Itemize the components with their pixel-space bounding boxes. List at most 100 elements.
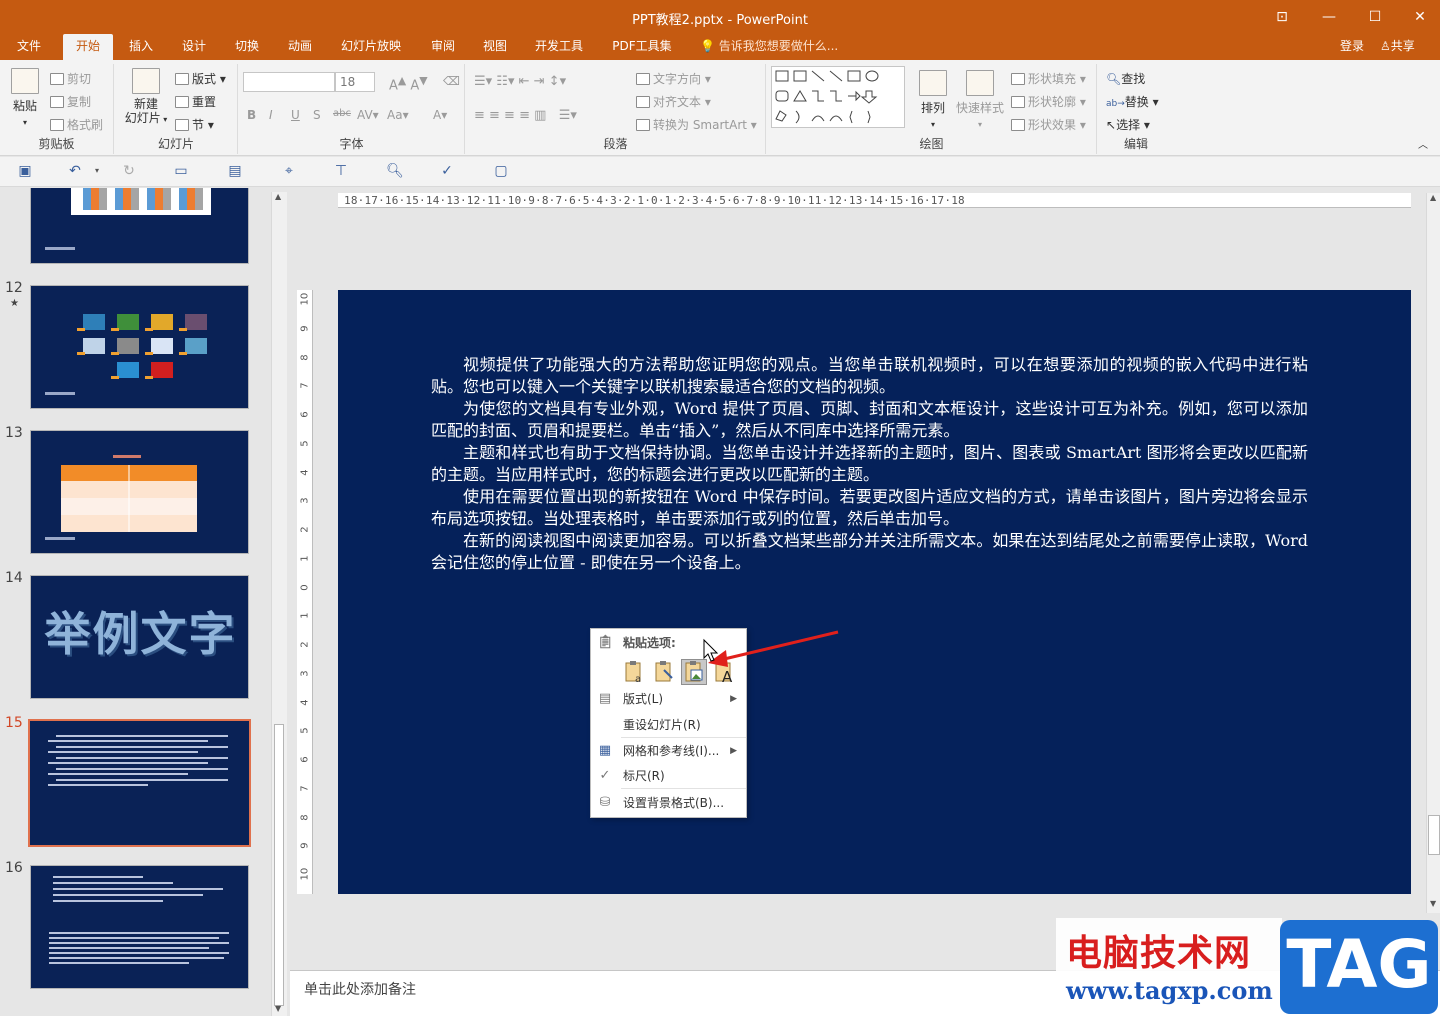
shape-effects-button[interactable]: 形状效果 ▾ [1011,116,1086,133]
print-preview-icon[interactable]: 🔍︎ [386,163,404,179]
tab-animations[interactable]: 动画 [277,34,323,60]
tab-home[interactable]: 开始 [63,34,113,60]
font-color-icon[interactable]: A▾ [433,108,447,122]
shadow-icon[interactable]: S [313,108,321,122]
ribbon-display-icon[interactable]: ⊡ [1262,4,1302,30]
text-direction-button[interactable]: 文字方向 ▾ [636,70,711,87]
menu-divider [621,788,746,789]
menu-item-grid-guides[interactable]: ▦ 网格和参考线(I)... ▶ [591,739,746,763]
bold-icon[interactable]: B [247,108,256,122]
reset-button[interactable]: 重置 [175,93,216,110]
align-text-button[interactable]: 对齐文本 ▾ [636,93,711,110]
clear-format-icon[interactable]: ⌫ [443,74,460,88]
ruler-tick-label: 3 [299,670,311,677]
underline-icon[interactable]: U [291,108,300,122]
find-button[interactable]: 🔍︎查找 [1106,70,1145,87]
undo-dropdown-icon[interactable]: ▾ [88,163,106,179]
menu-item-format-background[interactable]: ⛁ 设置背景格式(B)... [591,791,746,815]
tab-review[interactable]: 审阅 [420,34,466,60]
slideshow-start-icon[interactable]: ▭ [172,163,190,179]
save-icon[interactable]: ▣ [16,163,34,179]
tab-insert[interactable]: 插入 [118,34,164,60]
slide-thumbnail[interactable] [30,188,249,264]
font-grow-icon[interactable]: A▲ A▼ [389,74,428,93]
tab-view[interactable]: 视图 [472,34,518,60]
minimize-icon[interactable]: — [1309,4,1349,30]
ruler-tick-label: 10 [299,868,311,881]
slide-thumbnail[interactable] [30,430,249,554]
paragraph: 视频提供了功能强大的方法帮助您证明您的观点。当您单击联机视频时，可以在想要添加的… [431,355,1308,396]
slide-thumbnail[interactable] [30,865,249,989]
slide-thumbnail[interactable]: 举例文字 [30,575,249,699]
slide-thumbnail-selected[interactable] [28,719,251,847]
quick-styles-button[interactable]: 快速样式 ▾ [953,70,1007,130]
smartart-button[interactable]: 转换为 SmartArt ▾ [636,116,757,133]
maximize-icon[interactable]: ☐ [1355,4,1395,30]
shapes-gallery[interactable] [771,66,905,128]
layout-button[interactable]: 版式 ▾ [175,70,226,87]
group-label: 绘图 [919,137,944,151]
replace-button[interactable]: ab→替换 ▾ [1106,93,1159,110]
login-link[interactable]: 登录 [1340,34,1364,58]
scissors-icon [50,73,64,85]
copy-icon [50,96,64,108]
scroll-down-icon[interactable]: ▼ [1430,899,1436,908]
tab-file[interactable]: 文件 [6,34,52,60]
scroll-down-icon[interactable]: ▼ [275,1004,281,1013]
copy-button[interactable]: 复制 [50,93,91,110]
undo-icon[interactable]: ↶ [66,163,84,179]
shape-fill-button[interactable]: 形状填充 ▾ [1011,70,1086,87]
align-icons[interactable]: ≡ ≡ ≡ ≡ ▥ ☰▾ [474,108,577,123]
ribbon: 粘贴 ▾ 剪切 复制 格式刷 剪贴板 新建 幻灯片 ▾ 版式 ▾ 重置 节 ▾ 幻灯… [0,60,1440,156]
slide-thumbnail[interactable] [30,285,249,409]
redo-icon[interactable]: ↻ [120,163,138,179]
tell-me-search[interactable]: 💡 告诉我您想要做什么... [700,34,838,58]
thumbnails-scrollbar[interactable]: ▲ ▼ [271,192,287,1016]
text-lines-thumb-icon [49,876,229,964]
ruler-tick-label: 2 [299,641,311,648]
slide-body-text[interactable]: 视频提供了功能强大的方法帮助您证明您的观点。当您单击联机视频时，可以在想要添加的… [431,354,1308,574]
change-case-icon[interactable]: Aa▾ [387,108,409,122]
ruler-tick-label: 0 [299,583,311,591]
title-bar: PPT教程2.pptx - PowerPoint ⊡ — ☐ ✕ [0,0,1440,34]
strikethrough-icon[interactable]: abc [333,108,351,119]
menu-item-reset-slide[interactable]: 重设幻灯片(R) [591,713,746,737]
font-name-input[interactable] [243,72,335,92]
shape-outline-button[interactable]: 形状轮廓 ▾ [1011,93,1086,110]
tab-developer[interactable]: 开发工具 [527,34,591,60]
scrollbar-thumb[interactable] [1428,815,1440,855]
section-button[interactable]: 节 ▾ [175,116,214,133]
menu-item-layout[interactable]: ▤ 版式(L) ▶ [591,687,746,711]
tab-pdf-tools[interactable]: PDF工具集 [604,34,680,60]
animation-star-icon: ★ [10,298,19,309]
new-slide-button[interactable]: 新建 幻灯片 ▾ [121,68,171,127]
char-spacing-icon[interactable]: AV▾ [357,108,379,122]
export-pdf-icon[interactable]: ▢ [492,163,510,179]
font-size-input[interactable]: 18 [335,72,375,92]
main-scrollbar[interactable]: ▲ ▼ [1426,193,1440,913]
paste-use-destination-theme-icon[interactable]: a [621,659,647,685]
paste-keep-source-formatting-icon[interactable] [651,659,677,685]
spellcheck-icon[interactable]: ✓ [438,163,456,179]
tab-transitions[interactable]: 切换 [224,34,270,60]
scrollbar-thumb[interactable] [274,724,284,1006]
italic-icon[interactable]: I [269,108,273,122]
present-icon[interactable]: ⌖ [280,163,298,179]
select-button[interactable]: ↖选择 ▾ [1106,116,1150,133]
projector-icon[interactable]: ⊤ [332,163,350,179]
bullets-icon[interactable]: ☰▾ ☷▾ ⇤ ⇥ ↕▾ [474,74,566,89]
scroll-up-icon[interactable]: ▲ [275,192,281,201]
cut-button[interactable]: 剪切 [50,70,91,87]
scroll-up-icon[interactable]: ▲ [1430,193,1436,202]
tab-design[interactable]: 设计 [171,34,217,60]
format-painter-button[interactable]: 格式刷 [50,116,103,133]
close-icon[interactable]: ✕ [1400,4,1440,30]
arrange-button[interactable]: 排列 ▾ [913,70,953,130]
menu-item-ruler[interactable]: ✓ 标尺(R) [591,764,746,788]
slide-canvas[interactable]: 视频提供了功能强大的方法帮助您证明您的观点。当您单击联机视频时，可以在想要添加的… [338,290,1411,894]
tab-slideshow[interactable]: 幻灯片放映 [333,34,409,60]
share-button[interactable]: ♙共享 [1380,34,1415,58]
paste-button[interactable]: 粘贴 ▾ [6,68,44,128]
collapse-ribbon-icon[interactable]: ︿ [1418,136,1428,151]
textbox-icon[interactable]: ▤ [226,163,244,179]
